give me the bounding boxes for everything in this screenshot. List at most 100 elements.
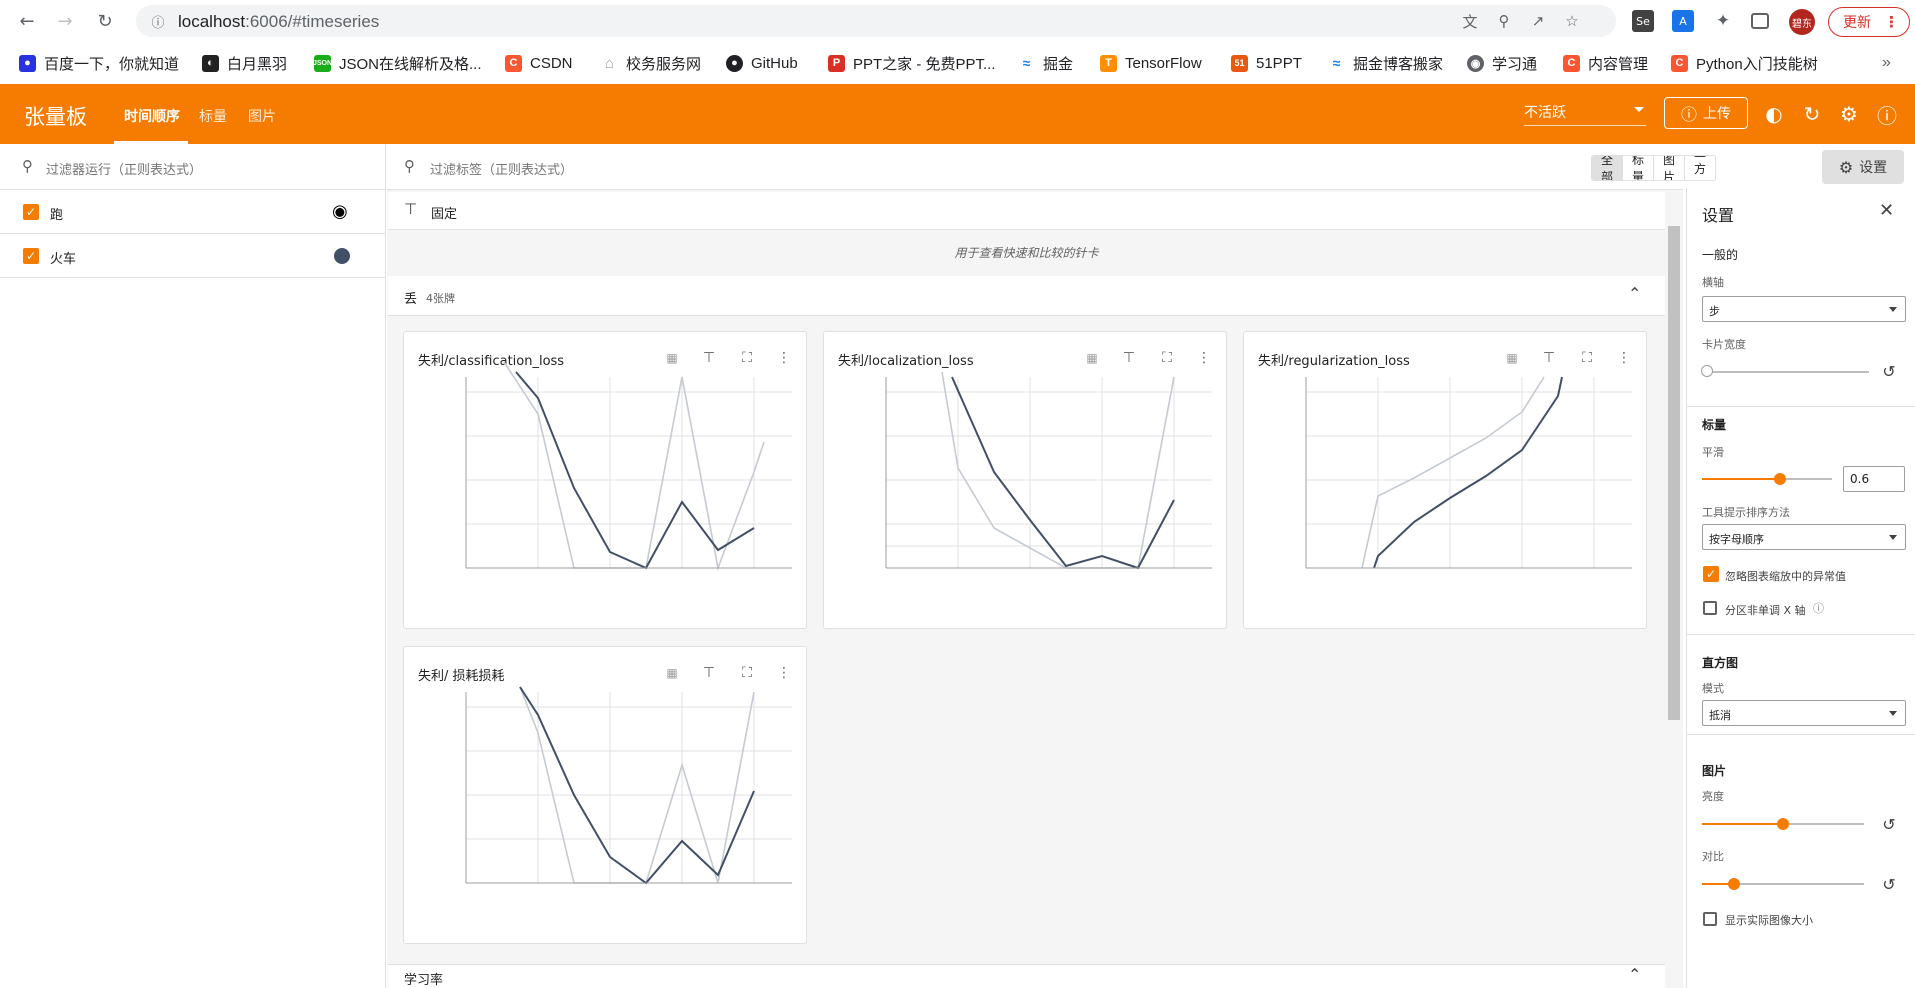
runs-filter-input[interactable]: ⚲ 过滤器运行（正则表达式） bbox=[0, 144, 386, 190]
run-label: 跑 bbox=[50, 208, 64, 223]
brightness-knob[interactable] bbox=[1777, 818, 1789, 830]
histogram-mode-select[interactable]: 抵消 bbox=[1702, 700, 1906, 726]
upload-button[interactable]: ⓘ 上传 bbox=[1664, 97, 1748, 129]
tag-filter-input[interactable]: ⚲ 过滤标签（正则表达式） 全部 标量 图片 直方图 bbox=[387, 144, 1717, 190]
caret-down-icon bbox=[1889, 711, 1897, 716]
bookmark-item[interactable]: ◐ 白月黑羽 bbox=[202, 52, 287, 74]
inactive-plugins-select[interactable]: 不活跃 bbox=[1524, 102, 1646, 126]
bookmark-item[interactable]: 51 51PPT bbox=[1231, 52, 1302, 74]
partition-label: 分区非单调 X 轴 bbox=[1725, 604, 1806, 617]
partition-checkbox[interactable] bbox=[1703, 601, 1717, 615]
share-icon[interactable]: ↗ bbox=[1528, 11, 1548, 31]
run-color-swatch[interactable] bbox=[334, 248, 350, 264]
bookmark-label: CSDN bbox=[530, 54, 573, 72]
refresh-icon[interactable]: ↻ bbox=[1799, 101, 1825, 127]
profile-avatar[interactable]: 碧东 bbox=[1789, 9, 1815, 35]
reset-icon[interactable]: ↺ bbox=[1879, 874, 1899, 894]
smoothing-knob[interactable] bbox=[1774, 473, 1786, 485]
pinned-section-header: ⊤ 固定 bbox=[388, 192, 1665, 230]
settings-gear-icon[interactable]: ⚙ bbox=[1836, 101, 1862, 127]
card-group-header[interactable]: 丢 4张牌 ⌃ bbox=[388, 276, 1665, 316]
ignore-outliers-checkbox[interactable]: ✓ bbox=[1703, 566, 1719, 582]
help-icon[interactable]: ⓘ bbox=[1874, 101, 1900, 128]
dark-mode-icon[interactable]: ◐ bbox=[1761, 101, 1787, 127]
scrollbar[interactable] bbox=[1666, 192, 1682, 988]
info-icon[interactable]: ⓘ bbox=[148, 11, 168, 31]
card-group-header[interactable]: 学习率 ⌃ bbox=[388, 964, 1665, 988]
selenium-extension-icon[interactable]: Se bbox=[1632, 10, 1654, 32]
help-icon[interactable]: ⓘ bbox=[1813, 600, 1824, 616]
bookmark-item[interactable]: ◉ 学习通 bbox=[1467, 52, 1537, 74]
translate-icon[interactable]: 文 bbox=[1460, 11, 1480, 31]
divider bbox=[1687, 634, 1915, 635]
scrollbar-thumb[interactable] bbox=[1668, 226, 1680, 720]
run-checkbox[interactable]: ✓ bbox=[23, 204, 39, 220]
tab-scalars[interactable]: 标量 bbox=[199, 106, 227, 126]
juejin-icon: ≈ bbox=[1018, 54, 1035, 72]
bookmark-item[interactable]: ⌂ 校务服务网 bbox=[601, 52, 701, 74]
divider bbox=[1687, 406, 1915, 407]
bookmark-item[interactable]: ● GitHub bbox=[726, 52, 798, 74]
contrast-knob[interactable] bbox=[1728, 878, 1740, 890]
reload-icon[interactable]: ↻ bbox=[92, 8, 118, 34]
tooltip-sort-label: 工具提示排序方法 bbox=[1702, 506, 1790, 519]
info-icon: ⓘ bbox=[1680, 105, 1697, 124]
palette-icon[interactable]: ◉ bbox=[332, 201, 348, 222]
card-width-knob[interactable] bbox=[1701, 365, 1713, 377]
type-images-button[interactable]: 图片 bbox=[1653, 156, 1684, 180]
line-chart[interactable] bbox=[1244, 332, 1648, 630]
bookmark-label: 掘金 bbox=[1043, 55, 1074, 73]
type-histograms-button[interactable]: 直方图 bbox=[1684, 156, 1715, 180]
card-width-slider[interactable] bbox=[1707, 371, 1869, 373]
smoothing-input[interactable]: 0.6 bbox=[1843, 466, 1905, 492]
update-button[interactable]: 更新 ⋮ bbox=[1828, 7, 1910, 37]
tooltip-sort-select[interactable]: 按字母顺序 bbox=[1702, 524, 1906, 550]
tab-images[interactable]: 图片 bbox=[248, 106, 276, 126]
chevron-up-icon[interactable]: ⌃ bbox=[1628, 965, 1641, 984]
line-chart[interactable] bbox=[404, 332, 808, 630]
caret-down-icon bbox=[1634, 107, 1644, 112]
bookmark-item[interactable]: JSON JSON在线解析及格... bbox=[313, 52, 482, 74]
tab-timeseries[interactable]: 时间顺序 bbox=[124, 106, 180, 126]
bookmark-item[interactable]: C 内容管理 bbox=[1563, 52, 1648, 74]
address-bar[interactable]: ⓘ localhost:6006/#timeseries 文 ⚲ ↗ ☆ bbox=[136, 5, 1616, 37]
bookmark-item[interactable]: ≈ 掘金博客搬家 bbox=[1328, 52, 1443, 74]
side-panel-icon[interactable] bbox=[1751, 13, 1769, 29]
more-vert-icon[interactable]: ⋮ bbox=[1884, 13, 1899, 31]
reset-icon[interactable]: ↺ bbox=[1879, 814, 1899, 834]
actual-size-checkbox[interactable] bbox=[1703, 912, 1717, 926]
chevron-up-icon[interactable]: ⌃ bbox=[1628, 284, 1641, 303]
translate-extension-icon[interactable]: A bbox=[1672, 10, 1694, 32]
chevron-double-right-icon[interactable]: » bbox=[1882, 52, 1891, 74]
csdn-icon: C bbox=[1563, 54, 1580, 72]
forward-icon[interactable]: → bbox=[52, 8, 78, 34]
bookmark-item[interactable]: ≈ 掘金 bbox=[1018, 52, 1073, 74]
extensions-puzzle-icon[interactable]: ✦ bbox=[1712, 10, 1734, 32]
settings-pane: 设置 ✕ 一般的 横轴 步 卡片宽度 ↺ 标量 平滑 0.6 工具提示排序方法 … bbox=[1686, 188, 1915, 988]
zoom-icon[interactable]: ⚲ bbox=[1494, 11, 1514, 31]
run-row[interactable]: ✓ 火车 bbox=[0, 234, 386, 278]
url-path: :6006/#timeseries bbox=[245, 12, 380, 31]
line-chart[interactable] bbox=[824, 332, 1228, 630]
line-chart[interactable] bbox=[404, 647, 808, 945]
reset-icon[interactable]: ↺ bbox=[1879, 361, 1899, 381]
bookmark-item[interactable]: C CSDN bbox=[505, 52, 573, 74]
app-title[interactable]: 张量板 bbox=[24, 101, 87, 131]
type-scalars-button[interactable]: 标量 bbox=[1622, 156, 1653, 180]
xaxis-select[interactable]: 步 bbox=[1702, 296, 1906, 322]
run-row[interactable]: ✓ 跑 ◉ bbox=[0, 190, 386, 234]
settings-toggle-button[interactable]: ⚙ 设置 bbox=[1822, 150, 1904, 184]
back-icon[interactable]: ← bbox=[14, 8, 40, 34]
run-checkbox[interactable]: ✓ bbox=[23, 248, 39, 264]
bookmark-item[interactable]: T TensorFlow bbox=[1100, 52, 1202, 74]
bookmark-item[interactable]: ● 百度一下，你就知道 bbox=[19, 52, 179, 74]
search-icon: ⚲ bbox=[404, 157, 415, 175]
caret-down-icon bbox=[1889, 535, 1897, 540]
scalar-card: 失利/classification_loss ▦ ⊤ ⛶ ⋮ bbox=[403, 331, 807, 629]
bookmark-item[interactable]: P PPT之家 - 免费PPT... bbox=[828, 52, 996, 74]
type-all-button[interactable]: 全部 bbox=[1592, 156, 1623, 180]
close-icon[interactable]: ✕ bbox=[1879, 200, 1894, 221]
pinned-label: 固定 bbox=[431, 207, 458, 222]
bookmark-star-icon[interactable]: ☆ bbox=[1562, 11, 1582, 31]
bookmark-item[interactable]: C Python入门技能树 bbox=[1671, 52, 1818, 74]
